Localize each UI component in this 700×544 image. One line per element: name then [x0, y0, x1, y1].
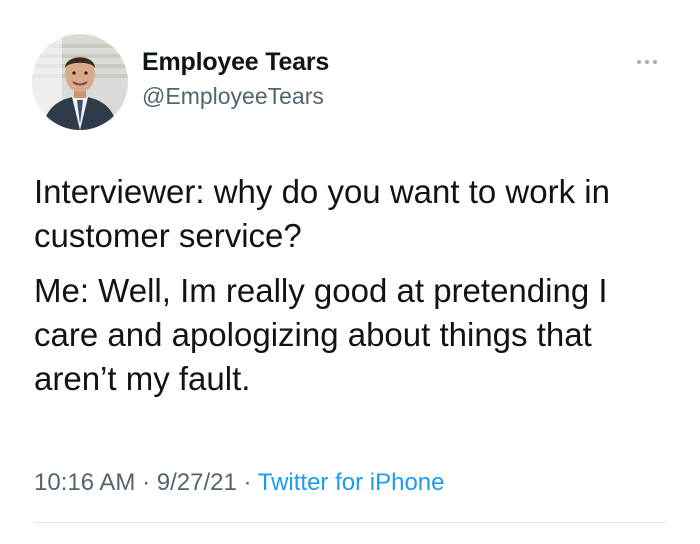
user-handle[interactable]: @EmployeeTears [142, 83, 324, 110]
tweet-card: Employee Tears @EmployeeTears Interviewe… [0, 0, 700, 544]
tweet-date[interactable]: 9/27/21 [157, 469, 237, 496]
divider [34, 522, 666, 523]
more-options-icon[interactable] [630, 52, 664, 72]
meta-separator: · [142, 469, 151, 496]
dot [645, 60, 649, 64]
tweet-metadata: 10:16 AM · 9/27/21 · Twitter for iPhone [34, 469, 444, 497]
tweet-source-link[interactable]: Twitter for iPhone [258, 469, 445, 496]
meta-separator: · [243, 469, 252, 496]
tweet-paragraph: Me: Well, Im really good at pretending I… [34, 272, 608, 397]
tweet-time[interactable]: 10:16 AM [34, 469, 135, 496]
tweet-text: Interviewer: why do you want to work in … [34, 170, 674, 412]
tweet-paragraph: Interviewer: why do you want to work in … [34, 173, 610, 254]
profile-photo-icon [32, 34, 128, 130]
dot [653, 60, 657, 64]
display-name[interactable]: Employee Tears [142, 48, 329, 77]
dot [637, 60, 641, 64]
avatar[interactable] [32, 34, 128, 130]
